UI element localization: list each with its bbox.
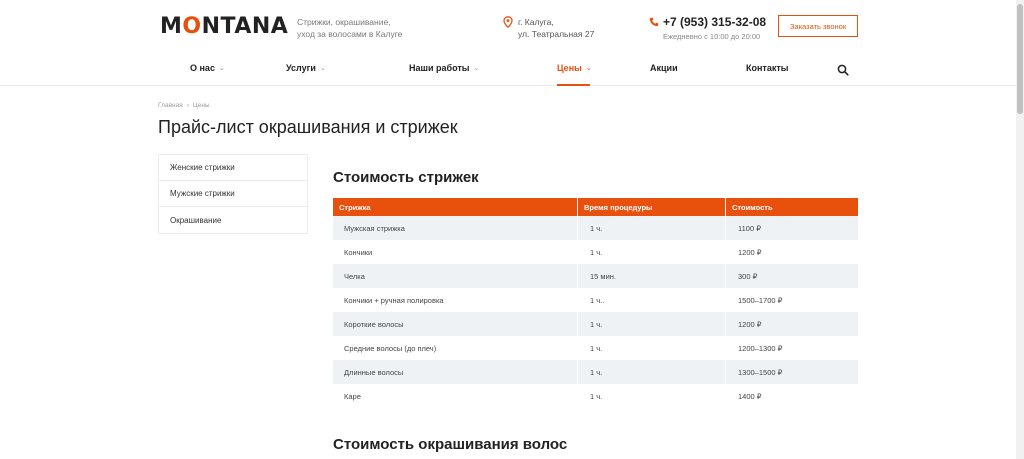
haircut-price-table: Стрижка Время процедуры Стоимость Мужска…: [333, 198, 858, 408]
price-cell: 1500–1700 ₽: [738, 295, 783, 305]
duration-cell: 1 ч.: [578, 240, 726, 264]
breadcrumb-current: Цены: [192, 102, 210, 109]
table-row: Мужская стрижка 1 ч. 1100 ₽: [333, 216, 858, 240]
nav-label: Акции: [650, 63, 678, 73]
search-icon[interactable]: [837, 64, 849, 76]
logo-text-end: NTANA: [201, 14, 289, 39]
sidebar-menu: Женские стрижки Мужские стрижки Окрашива…: [158, 154, 308, 234]
sidebar-item-men-haircuts[interactable]: Мужские стрижки: [159, 181, 307, 207]
location-pin-icon: [503, 16, 513, 28]
duration-cell: 1 ч.: [578, 312, 726, 336]
service-cell: Средние волосы (до плеч): [333, 336, 578, 360]
chevron-down-icon: ⌄: [319, 65, 326, 72]
logo-text-start: M: [160, 14, 183, 39]
column-header-service: Стрижка: [333, 198, 578, 216]
column-header-duration: Время процедуры: [578, 198, 726, 216]
page-title: Прайс-лист окрашивания и стрижек: [158, 117, 458, 137]
sidebar-item-women-haircuts[interactable]: Женские стрижки: [159, 155, 307, 181]
column-header-price: Стоимость: [726, 198, 858, 216]
nav-label: О нас: [190, 63, 215, 73]
chevron-down-icon: ⌄: [585, 65, 592, 72]
breadcrumb-home[interactable]: Главная: [158, 102, 183, 109]
duration-cell: 1 ч.: [578, 384, 726, 408]
table-header-row: Стрижка Время процедуры Стоимость: [333, 198, 858, 216]
site-header: M O NTANA Стрижки, окрашивание, уход за во…: [0, 0, 1016, 86]
price-cell: 1200 ₽: [738, 247, 762, 257]
logo-accent-letter: O: [182, 14, 202, 39]
logo[interactable]: M O NTANA: [160, 14, 288, 39]
nav-item-works[interactable]: Наши работы ⌄: [409, 63, 479, 73]
tagline-line-2: уход за волосами в Калуге: [297, 29, 403, 39]
address-line-1: г. Калуга,: [518, 17, 554, 27]
breadcrumb: Главная › Цены: [158, 102, 210, 109]
nav-label: Цены: [557, 63, 582, 73]
nav-item-about[interactable]: О нас ⌄: [190, 63, 225, 73]
active-nav-underline: [557, 84, 590, 86]
nav-item-contacts[interactable]: Контакты: [746, 63, 788, 73]
table-row: Длинные волосы 1 ч. 1300–1500 ₽: [333, 360, 858, 384]
breadcrumb-separator: ›: [186, 102, 189, 109]
work-hours: Ежедневно с 10:00 до 20:00: [663, 32, 761, 41]
duration-cell: 1 ч.: [578, 216, 726, 240]
page-scrollbar[interactable]: [1016, 0, 1024, 459]
duration-cell: 15 мин.: [578, 264, 726, 288]
duration-cell: 1 ч.: [578, 336, 726, 360]
service-cell: Мужская стрижка: [333, 216, 578, 240]
main-nav: О нас ⌄ Услуги ⌄ Наши работы ⌄ Цены ⌄ Ак…: [0, 56, 1016, 86]
table-row: Средние волосы (до плеч) 1 ч. 1200–1300 …: [333, 336, 858, 360]
phone-number-row[interactable]: +7 (953) 315-32-08: [649, 15, 766, 29]
service-cell: Кончики + ручная полировка: [333, 288, 578, 312]
tagline: Стрижки, окрашивание, уход за волосами в…: [297, 16, 407, 40]
nav-label: Контакты: [746, 63, 789, 73]
address-block: г. Калуга, ул. Театральная 27: [503, 16, 594, 40]
table-row: Кончики + ручная полировка 1 ч.. 1500–17…: [333, 288, 858, 312]
duration-cell: 1 ч.: [578, 360, 726, 384]
table-row: Короткие волосы 1 ч. 1200 ₽: [333, 312, 858, 336]
haircuts-section-title: Стоимость стрижек: [333, 169, 479, 186]
nav-label: Услуги: [286, 63, 316, 73]
service-cell: Челка: [333, 264, 578, 288]
request-call-button[interactable]: Заказать звонок: [778, 15, 858, 37]
chevron-down-icon: ⌄: [473, 65, 480, 72]
coloring-section-title: Стоимость окрашивания волос: [333, 436, 568, 453]
service-cell: Длинные волосы: [333, 360, 578, 384]
price-cell: 300 ₽: [726, 264, 858, 288]
nav-item-services[interactable]: Услуги ⌄: [286, 63, 326, 73]
nav-label: Наши работы: [409, 63, 470, 73]
service-cell: Кончики: [333, 240, 578, 264]
service-cell: Короткие волосы: [333, 312, 578, 336]
price-cell: 1300–1500 ₽: [726, 360, 858, 384]
chevron-down-icon: ⌄: [218, 65, 225, 72]
table-row: Кончики 1 ч. 1200 ₽: [333, 240, 858, 264]
price-cell: 1200 ₽: [726, 312, 858, 336]
nav-item-promotions[interactable]: Акции: [650, 63, 678, 73]
price-cell: 1200–1300 ₽: [738, 343, 783, 353]
address-line-2: ул. Театральная 27: [518, 29, 595, 39]
price-cell: 1400 ₽: [738, 391, 762, 401]
table-row: Каре 1 ч. 1400 ₽: [333, 384, 858, 408]
scrollbar-thumb[interactable]: [1017, 4, 1023, 114]
phone-block: +7 (953) 315-32-08 Ежедневно с 10:00 до …: [649, 15, 766, 41]
duration-cell: 1 ч..: [578, 288, 726, 312]
nav-item-prices[interactable]: Цены ⌄: [557, 63, 592, 73]
phone-icon: [649, 17, 659, 27]
tagline-line-1: Стрижки, окрашивание,: [297, 17, 391, 27]
table-row: Челка 15 мин. 300 ₽: [333, 264, 858, 288]
price-cell: 1100 ₽: [726, 216, 858, 240]
sidebar-item-coloring[interactable]: Окрашивание: [159, 207, 307, 233]
phone-number: +7 (953) 315-32-08: [663, 15, 767, 29]
service-cell: Каре: [333, 384, 578, 408]
